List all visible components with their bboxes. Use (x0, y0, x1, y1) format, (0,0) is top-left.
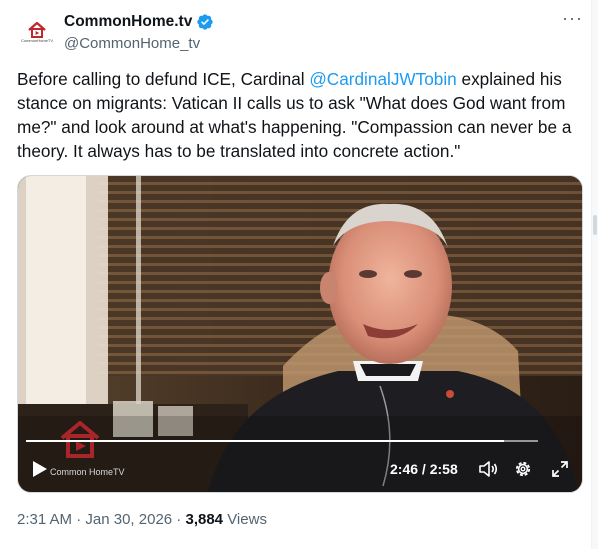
duration: 2:58 (429, 461, 458, 477)
current-time: 2:46 (390, 461, 419, 477)
play-icon[interactable] (32, 460, 48, 478)
name-row: CommonHome.tv (64, 13, 214, 31)
house-logo-icon (28, 21, 46, 38)
views-label: Views (223, 511, 267, 528)
avatar[interactable]: CommonHomeTV (17, 12, 57, 52)
views-count: 3,884 (185, 511, 224, 528)
video-player[interactable]: Common HomeTV 2:46 / 2:58 (17, 175, 583, 493)
video-time: 2:46 / 2:58 (390, 461, 458, 477)
post-date[interactable]: Jan 30, 2026 (85, 511, 172, 528)
page-scrollbar[interactable] (591, 0, 598, 549)
verified-badge-icon (197, 14, 214, 30)
fullscreen-icon[interactable] (550, 459, 570, 479)
scrollbar-thumb[interactable] (593, 215, 597, 235)
more-options-icon[interactable]: ··· (562, 8, 583, 29)
avatar-caption: CommonHomeTV (20, 38, 53, 43)
video-progress-fill (26, 440, 504, 442)
tweet-meta: 2:31 AM · Jan 30, 2026 · 3,884 Views (17, 511, 267, 528)
video-progress-bar[interactable] (26, 440, 538, 442)
settings-gear-icon[interactable] (513, 459, 533, 479)
watermark-text: Common HomeTV (50, 467, 125, 477)
volume-icon[interactable] (478, 459, 498, 479)
mention-link[interactable]: @CardinalJWTobin (309, 69, 456, 89)
tweet-text-before: Before calling to defund ICE, Cardinal (17, 69, 310, 89)
tweet: CommonHomeTV CommonHome.tv @CommonHome_t… (0, 0, 598, 549)
handle[interactable]: @CommonHome_tv (64, 35, 200, 52)
display-name[interactable]: CommonHome.tv (64, 13, 192, 31)
post-time[interactable]: 2:31 AM (17, 511, 72, 528)
tweet-text: Before calling to defund ICE, Cardinal @… (17, 67, 587, 163)
video-frame (18, 176, 582, 492)
